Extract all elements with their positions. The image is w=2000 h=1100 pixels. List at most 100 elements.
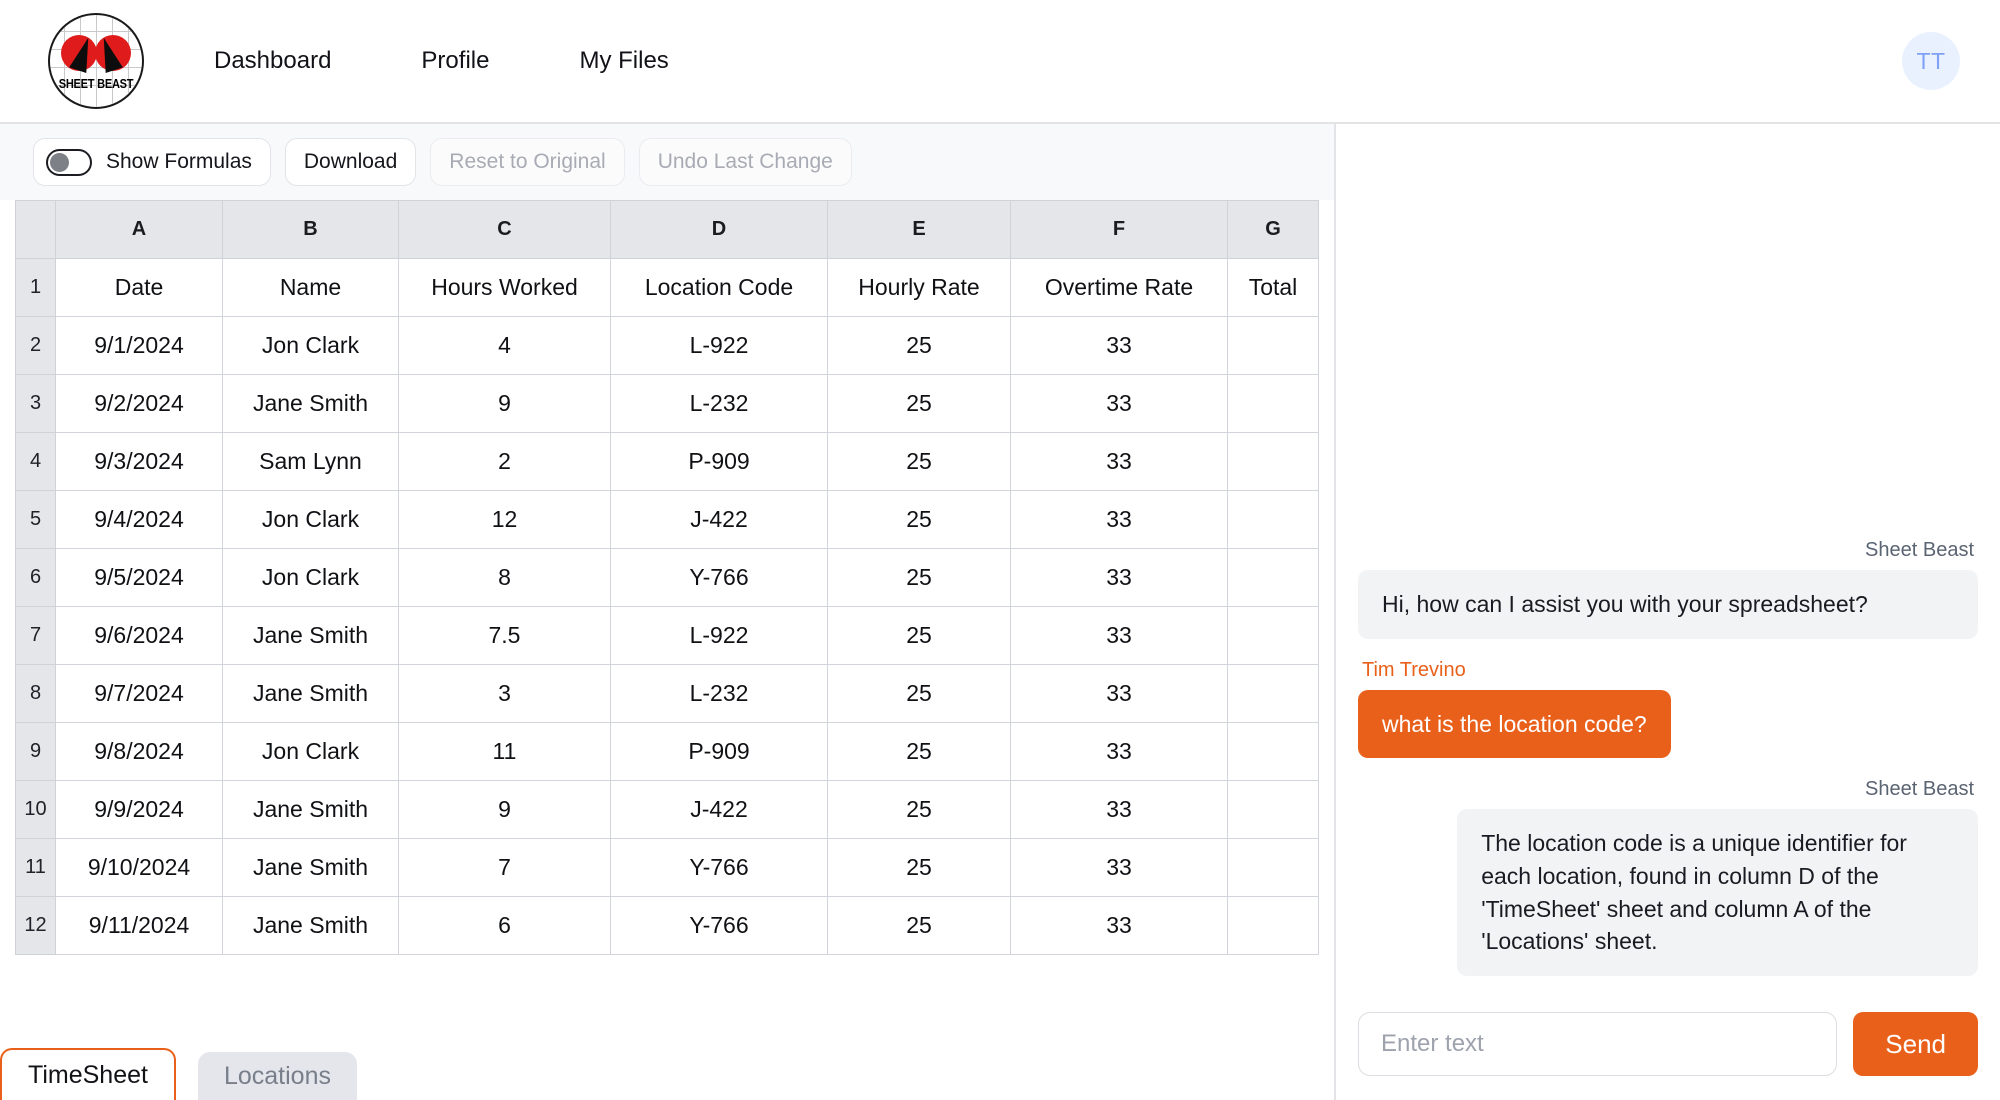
cell-g6[interactable] [1227, 548, 1319, 607]
cell-b11[interactable]: Jane Smith [222, 838, 399, 897]
cell-g10[interactable] [1227, 780, 1319, 839]
user-avatar[interactable]: TT [1902, 32, 1960, 90]
cell-b4[interactable]: Sam Lynn [222, 432, 399, 491]
cell-c3[interactable]: 9 [398, 374, 611, 433]
cell-b9[interactable]: Jon Clark [222, 722, 399, 781]
cell-c4[interactable]: 2 [398, 432, 611, 491]
cell-e11[interactable]: 25 [827, 838, 1011, 897]
cell-a12[interactable]: 9/11/2024 [55, 896, 223, 955]
row-number[interactable]: 2 [15, 316, 56, 375]
spreadsheet-grid-container[interactable]: A B C D E F G 1 Date Name Hours Worked Locat… [0, 200, 1334, 1100]
toggle-switch-icon[interactable] [46, 148, 92, 176]
cell-e9[interactable]: 25 [827, 722, 1011, 781]
cell-c7[interactable]: 7.5 [398, 606, 611, 665]
cell-c5[interactable]: 12 [398, 490, 611, 549]
cell-b2[interactable]: Jon Clark [222, 316, 399, 375]
cell-d6[interactable]: Y-766 [610, 548, 828, 607]
row-number[interactable]: 9 [15, 722, 56, 781]
column-header-c[interactable]: C [398, 200, 611, 259]
cell-g7[interactable] [1227, 606, 1319, 665]
cell-e2[interactable]: 25 [827, 316, 1011, 375]
cell-c11[interactable]: 7 [398, 838, 611, 897]
cell-f9[interactable]: 33 [1010, 722, 1228, 781]
reset-to-original-button[interactable]: Reset to Original [430, 138, 625, 186]
cell-c9[interactable]: 11 [398, 722, 611, 781]
cell-f10[interactable]: 33 [1010, 780, 1228, 839]
grid-corner-cell[interactable] [15, 200, 56, 259]
row-number[interactable]: 8 [15, 664, 56, 723]
cell-d8[interactable]: L-232 [610, 664, 828, 723]
cell-e7[interactable]: 25 [827, 606, 1011, 665]
cell-e12[interactable]: 25 [827, 896, 1011, 955]
row-number[interactable]: 7 [15, 606, 56, 665]
cell-f11[interactable]: 33 [1010, 838, 1228, 897]
cell-f5[interactable]: 33 [1010, 490, 1228, 549]
cell-f12[interactable]: 33 [1010, 896, 1228, 955]
sheet-tab-locations[interactable]: Locations [197, 1052, 357, 1100]
cell-d1[interactable]: Location Code [610, 258, 828, 317]
cell-d10[interactable]: J-422 [610, 780, 828, 839]
column-header-g[interactable]: G [1227, 200, 1319, 259]
cell-g4[interactable] [1227, 432, 1319, 491]
cell-e4[interactable]: 25 [827, 432, 1011, 491]
cell-c8[interactable]: 3 [398, 664, 611, 723]
cell-g9[interactable] [1227, 722, 1319, 781]
cell-d5[interactable]: J-422 [610, 490, 828, 549]
cell-e10[interactable]: 25 [827, 780, 1011, 839]
column-header-e[interactable]: E [827, 200, 1011, 259]
cell-a2[interactable]: 9/1/2024 [55, 316, 223, 375]
cell-g12[interactable] [1227, 896, 1319, 955]
cell-a9[interactable]: 9/8/2024 [55, 722, 223, 781]
cell-c6[interactable]: 8 [398, 548, 611, 607]
cell-b12[interactable]: Jane Smith [222, 896, 399, 955]
cell-a1[interactable]: Date [55, 258, 223, 317]
nav-item-dashboard[interactable]: Dashboard [214, 41, 331, 81]
cell-f2[interactable]: 33 [1010, 316, 1228, 375]
cell-c1[interactable]: Hours Worked [398, 258, 611, 317]
column-header-f[interactable]: F [1010, 200, 1228, 259]
cell-d11[interactable]: Y-766 [610, 838, 828, 897]
cell-f3[interactable]: 33 [1010, 374, 1228, 433]
cell-f7[interactable]: 33 [1010, 606, 1228, 665]
cell-g2[interactable] [1227, 316, 1319, 375]
cell-g5[interactable] [1227, 490, 1319, 549]
cell-f6[interactable]: 33 [1010, 548, 1228, 607]
cell-b10[interactable]: Jane Smith [222, 780, 399, 839]
row-number[interactable]: 5 [15, 490, 56, 549]
cell-d4[interactable]: P-909 [610, 432, 828, 491]
show-formulas-toggle[interactable]: Show Formulas [33, 138, 271, 186]
cell-a8[interactable]: 9/7/2024 [55, 664, 223, 723]
cell-e5[interactable]: 25 [827, 490, 1011, 549]
nav-item-my-files[interactable]: My Files [579, 41, 668, 81]
cell-c10[interactable]: 9 [398, 780, 611, 839]
cell-a4[interactable]: 9/3/2024 [55, 432, 223, 491]
cell-e8[interactable]: 25 [827, 664, 1011, 723]
undo-last-change-button[interactable]: Undo Last Change [638, 138, 852, 186]
send-button[interactable]: Send [1853, 1012, 1978, 1076]
cell-b6[interactable]: Jon Clark [222, 548, 399, 607]
cell-d12[interactable]: Y-766 [610, 896, 828, 955]
cell-a5[interactable]: 9/4/2024 [55, 490, 223, 549]
cell-c12[interactable]: 6 [398, 896, 611, 955]
row-number[interactable]: 4 [15, 432, 56, 491]
chat-message-list[interactable]: Sheet Beast Hi, how can I assist you wit… [1336, 124, 2000, 996]
row-number[interactable]: 3 [15, 374, 56, 433]
cell-d7[interactable]: L-922 [610, 606, 828, 665]
cell-e3[interactable]: 25 [827, 374, 1011, 433]
cell-d3[interactable]: L-232 [610, 374, 828, 433]
cell-a3[interactable]: 9/2/2024 [55, 374, 223, 433]
cell-d9[interactable]: P-909 [610, 722, 828, 781]
cell-e6[interactable]: 25 [827, 548, 1011, 607]
row-number[interactable]: 10 [15, 780, 56, 839]
chat-input[interactable] [1358, 1012, 1838, 1076]
nav-item-profile[interactable]: Profile [421, 41, 489, 81]
cell-b5[interactable]: Jon Clark [222, 490, 399, 549]
cell-a7[interactable]: 9/6/2024 [55, 606, 223, 665]
cell-a11[interactable]: 9/10/2024 [55, 838, 223, 897]
cell-d2[interactable]: L-922 [610, 316, 828, 375]
cell-e1[interactable]: Hourly Rate [827, 258, 1011, 317]
cell-b3[interactable]: Jane Smith [222, 374, 399, 433]
sheet-tab-timesheet[interactable]: TimeSheet [0, 1048, 176, 1100]
cell-a10[interactable]: 9/9/2024 [55, 780, 223, 839]
cell-f8[interactable]: 33 [1010, 664, 1228, 723]
